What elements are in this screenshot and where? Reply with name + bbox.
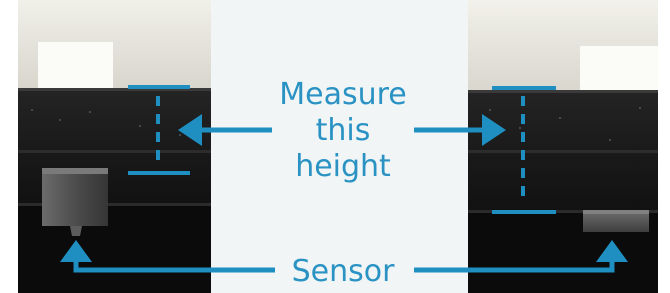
left-photo (18, 0, 211, 293)
paper-card-right (580, 46, 658, 92)
measure-label-line2: this (316, 113, 371, 148)
sensor-block-left (42, 168, 108, 226)
paper-card-left (38, 42, 113, 90)
figure: Measure this height Sensor (18, 0, 658, 293)
right-photo (468, 0, 658, 293)
sensor-label: Sensor (292, 254, 395, 289)
measure-label-line1: Measure (279, 77, 407, 112)
measure-label-line3: height (295, 149, 391, 184)
